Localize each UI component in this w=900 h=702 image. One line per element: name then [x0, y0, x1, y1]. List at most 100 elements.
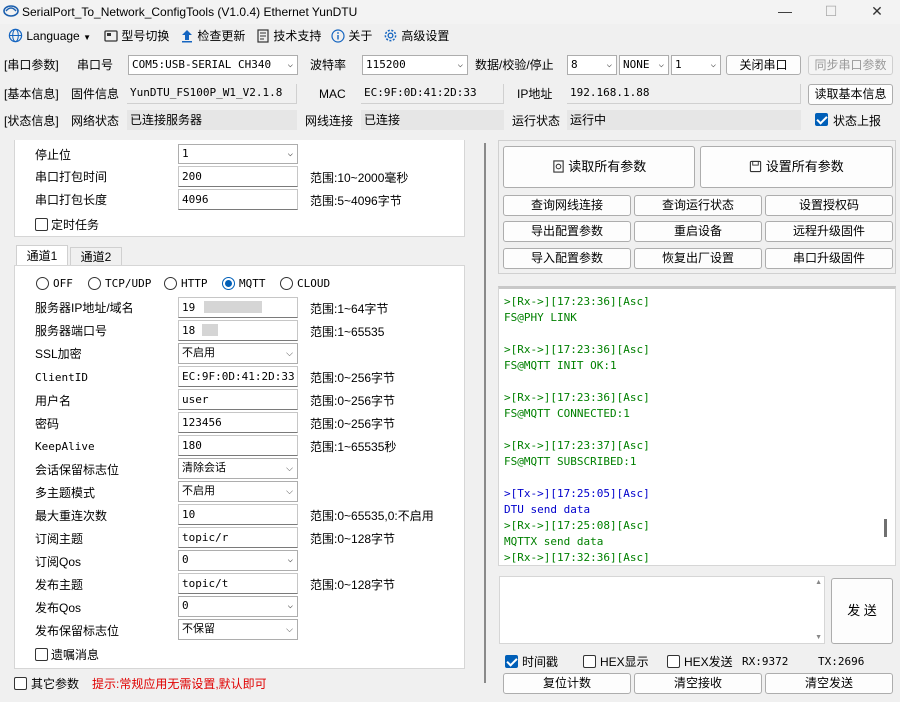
protocol-mqtt-label: MQTT	[239, 277, 266, 290]
minimize-button[interactable]: —	[762, 0, 808, 24]
multi-topic-select[interactable]: 不启用 ⌵	[178, 481, 298, 502]
close-port-button[interactable]: 关闭串口	[726, 55, 801, 75]
port-label: 串口号	[77, 58, 114, 72]
pack-time-input[interactable]: 200	[178, 166, 298, 187]
export-config-button[interactable]: 导出配置参数	[503, 221, 631, 242]
server-address-range: 范围:1~64字节	[310, 302, 389, 316]
log-panel[interactable]: >[Rx->][17:23:36][Asc] FS@PHY LINK >[Rx->]…	[498, 286, 896, 566]
about-menu[interactable]: 关于	[331, 27, 372, 45]
protocol-http-radio[interactable]	[164, 277, 177, 290]
protocol-http-label: HTTP	[181, 277, 208, 290]
language-menu[interactable]: Language ▼	[8, 27, 91, 45]
server-address-label: 服务器IP地址/域名	[35, 301, 134, 315]
will-message-checkbox[interactable]	[35, 648, 48, 661]
log-line: >[Rx->][17:23:36][Asc]	[504, 343, 650, 356]
tech-support-label: 技术支持	[273, 29, 322, 43]
pub-qos-value: 0	[182, 599, 189, 612]
log-line: >[Rx->][17:23:37][Asc]	[504, 439, 650, 452]
sync-serial-params-button[interactable]: 同步串口参数	[808, 55, 893, 75]
about-label: 关于	[348, 29, 373, 43]
data-bits-select[interactable]: 8 ⌵	[567, 55, 617, 75]
client-id-input[interactable]: EC:9F:0D:41:2D:33	[178, 366, 298, 387]
set-all-params-button[interactable]: 设置所有参数	[700, 146, 893, 188]
hex-display-checkbox[interactable]	[583, 655, 596, 668]
clean-session-select[interactable]: 清除会话 ⌵	[178, 458, 298, 479]
remote-upgrade-button[interactable]: 远程升级固件	[765, 221, 893, 242]
send-button[interactable]: 发 送	[831, 578, 893, 644]
read-basic-info-button[interactable]: 读取基本信息	[808, 84, 893, 105]
server-address-input[interactable]: 19	[178, 297, 298, 318]
serial-upgrade-button[interactable]: 串口升级固件	[765, 248, 893, 269]
sub-topic-input[interactable]: topic/r	[178, 527, 298, 548]
max-retry-input[interactable]: 10	[178, 504, 298, 525]
maximize-button[interactable]: ☐	[808, 0, 854, 24]
model-switch-menu[interactable]: 型号切换	[104, 27, 169, 45]
protocol-tcp-udp-label: TCP/UDP	[105, 277, 152, 290]
keepalive-input[interactable]: 180	[178, 435, 298, 456]
pub-topic-input[interactable]: topic/t	[178, 573, 298, 594]
stop-bits-select[interactable]: 1 ⌵	[671, 55, 721, 75]
data-parity-stop-label: 数据/校验/停止	[475, 58, 554, 72]
parity-value: NONE	[623, 58, 650, 71]
upload-icon	[182, 30, 192, 43]
data-bits-value: 8	[571, 58, 578, 71]
language-label: Language	[26, 29, 80, 43]
server-port-input[interactable]: 18	[178, 320, 298, 341]
password-input[interactable]: 123456	[178, 412, 298, 433]
advanced-settings-menu[interactable]: 高级设置	[383, 27, 449, 45]
sub-qos-select[interactable]: 0 ⌵	[178, 550, 298, 571]
status-info-row: [状态信息] 网络状态 已连接服务器 网线连接 已连接 运行状态 运行中 状态上…	[0, 109, 900, 135]
tab-channel-2[interactable]: 通道2	[70, 247, 122, 266]
import-config-button[interactable]: 导入配置参数	[503, 248, 631, 269]
clear-receive-button[interactable]: 清空接收	[634, 673, 762, 694]
factory-reset-button[interactable]: 恢复出厂设置	[634, 248, 762, 269]
status-report-checkbox[interactable]	[815, 113, 828, 126]
scroll-up-icon[interactable]: ▲	[815, 579, 822, 586]
protocol-cloud-radio[interactable]	[280, 277, 293, 290]
stop-bit-select[interactable]: 1 ⌵	[178, 144, 298, 164]
port-select[interactable]: COM5:USB-SERIAL CH340 ⌵	[128, 55, 298, 75]
close-button[interactable]: ✕	[854, 0, 900, 24]
timer-task-checkbox[interactable]	[35, 218, 48, 231]
pack-time-label: 串口打包时间	[35, 170, 108, 184]
tx-counter: TX:2696	[818, 655, 865, 668]
log-scrollbar-thumb[interactable]	[884, 519, 887, 537]
client-id-label: ClientID	[35, 371, 88, 384]
protocol-mqtt-radio[interactable]	[222, 277, 235, 290]
query-link-button[interactable]: 查询网线连接	[503, 195, 631, 216]
scroll-down-icon[interactable]: ▼	[815, 634, 822, 641]
retain-flag-select[interactable]: 不保留 ⌵	[178, 619, 298, 640]
ssl-select[interactable]: 不启用 ⌵	[178, 343, 298, 364]
check-update-label: 检查更新	[197, 29, 246, 43]
chevron-down-icon: ⌵	[287, 149, 293, 159]
parity-select[interactable]: NONE ⌵	[619, 55, 669, 75]
protocol-off-radio[interactable]	[36, 277, 49, 290]
check-update-menu[interactable]: 检查更新	[180, 27, 245, 45]
set-auth-code-button[interactable]: 设置授权码	[765, 195, 893, 216]
log-line: FS@MQTT SUBSCRIBED:1	[504, 455, 637, 468]
timestamp-checkbox[interactable]	[505, 655, 518, 668]
username-input[interactable]: user	[178, 389, 298, 410]
baud-select[interactable]: 115200 ⌵	[362, 55, 468, 75]
protocol-tcp-udp-radio[interactable]	[88, 277, 101, 290]
restart-device-button[interactable]: 重启设备	[634, 221, 762, 242]
other-params-checkbox[interactable]	[14, 677, 27, 690]
window-title: SerialPort_To_Network_ConfigTools (V1.0.…	[22, 5, 358, 19]
query-run-status-button[interactable]: 查询运行状态	[634, 195, 762, 216]
tech-support-menu[interactable]: 技术支持	[256, 27, 321, 45]
clear-send-button[interactable]: 清空发送	[765, 673, 893, 694]
retain-flag-value: 不保留	[182, 623, 215, 635]
chevron-down-icon: ⌵	[287, 60, 293, 70]
pub-qos-select[interactable]: 0 ⌵	[178, 596, 298, 617]
pack-length-input[interactable]: 4096	[178, 189, 298, 210]
send-textarea[interactable]: ▲ ▼	[499, 576, 825, 644]
log-line: DTU send data	[504, 503, 591, 516]
reset-count-button[interactable]: 复位计数	[503, 673, 631, 694]
chevron-down-icon: ⌵	[606, 60, 612, 70]
tab-channel-1[interactable]: 通道1	[16, 245, 68, 266]
left-scrollbar[interactable]	[484, 143, 486, 683]
ssl-value: 不启用	[182, 347, 215, 359]
hex-send-checkbox[interactable]	[667, 655, 680, 668]
password-range: 范围:0~256字节	[310, 417, 396, 431]
read-all-params-button[interactable]: 读取所有参数	[503, 146, 695, 188]
